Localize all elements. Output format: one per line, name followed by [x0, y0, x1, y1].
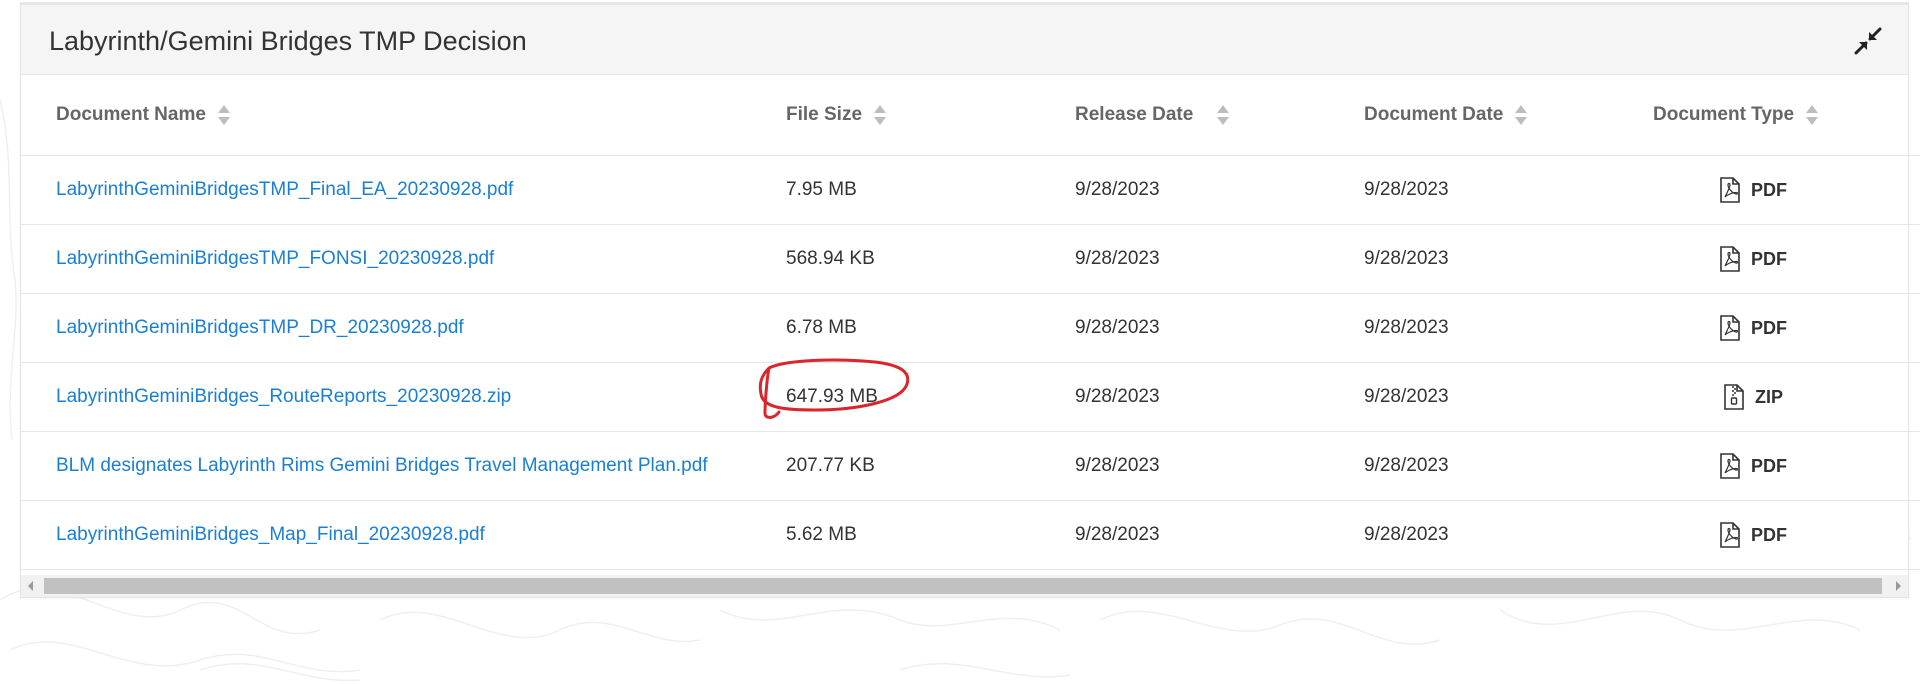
document-link[interactable]: LabyrinthGeminiBridgesTMP_Final_EA_20230… [56, 179, 513, 200]
file-size: 647.93 MB [786, 362, 1075, 432]
table-row: BLM designates Labyrinth Rims Gemini Bri… [21, 431, 1920, 501]
file-size: 7.95 MB [786, 155, 1075, 225]
release-date: 9/28/2023 [1075, 362, 1364, 432]
sort-icon[interactable] [216, 103, 232, 127]
header-document-date[interactable]: Document Date [1364, 75, 1653, 156]
scroll-right-arrow-icon[interactable] [1896, 581, 1901, 591]
document-type-label: PDF [1751, 317, 1787, 338]
document-type-label: PDF [1751, 179, 1787, 200]
table-header-row: Document Name File Size Release Date Doc… [21, 75, 1920, 156]
document-type-label: ZIP [1754, 386, 1783, 407]
document-type-label: PDF [1751, 248, 1787, 269]
file-size: 6.78 MB [786, 293, 1075, 363]
compress-arrows-icon [1854, 27, 1882, 55]
release-date: 9/28/2023 [1075, 155, 1364, 225]
release-date: 9/28/2023 [1075, 431, 1364, 501]
header-document-name[interactable]: Document Name [21, 75, 786, 156]
header-file-size[interactable]: File Size [786, 75, 1075, 156]
table-row: LabyrinthGeminiBridgesTMP_FONSI_20230928… [21, 224, 1920, 294]
pdf-file-icon [1720, 315, 1740, 341]
table-row: LabyrinthGeminiBridgesTMP_Final_EA_20230… [21, 155, 1920, 225]
document-date: 9/28/2023 [1364, 362, 1653, 432]
document-type-label: PDF [1751, 455, 1787, 476]
document-date: 9/28/2023 [1364, 155, 1653, 225]
file-size: 5.62 MB [786, 500, 1075, 570]
header-document-type[interactable]: Document Type [1653, 75, 1920, 156]
file-size: 568.94 KB [786, 224, 1075, 294]
pdf-file-icon [1720, 522, 1740, 548]
sort-icon[interactable] [1215, 103, 1231, 127]
header-release-date[interactable]: Release Date [1075, 75, 1364, 156]
sort-icon[interactable] [1513, 103, 1529, 127]
sort-icon[interactable] [872, 103, 888, 127]
document-panel: Labyrinth/Gemini Bridges TMP Decision Do… [20, 2, 1920, 598]
scroll-left-arrow-icon[interactable] [28, 581, 33, 591]
table-row: LabyrinthGeminiBridgesTMP_DR_20230928.pd… [21, 293, 1920, 363]
sort-icon[interactable] [1804, 103, 1820, 127]
panel-header: Labyrinth/Gemini Bridges TMP Decision [21, 5, 1908, 75]
document-link[interactable]: LabyrinthGeminiBridges_Map_Final_2023092… [56, 524, 485, 545]
scroll-thumb[interactable] [44, 578, 1882, 594]
pdf-file-icon [1720, 453, 1740, 479]
release-date: 9/28/2023 [1075, 293, 1364, 363]
collapse-button[interactable] [1854, 27, 1882, 55]
pdf-file-icon [1720, 177, 1740, 203]
file-size: 207.77 KB [786, 431, 1075, 501]
document-link[interactable]: LabyrinthGeminiBridges_RouteReports_2023… [56, 386, 511, 407]
document-date: 9/28/2023 [1364, 500, 1653, 570]
document-link[interactable]: LabyrinthGeminiBridgesTMP_FONSI_20230928… [56, 248, 494, 269]
table-row: LabyrinthGeminiBridges_Map_Final_2023092… [21, 500, 1920, 570]
document-date: 9/28/2023 [1364, 431, 1653, 501]
pdf-file-icon [1720, 246, 1740, 272]
table-row: LabyrinthGeminiBridges_RouteReports_2023… [21, 362, 1920, 432]
panel-title: Labyrinth/Gemini Bridges TMP Decision [49, 26, 527, 56]
document-link[interactable]: LabyrinthGeminiBridgesTMP_DR_20230928.pd… [56, 317, 464, 338]
document-date: 9/28/2023 [1364, 224, 1653, 294]
documents-table: Document Name File Size Release Date Doc… [21, 75, 1920, 570]
document-date: 9/28/2023 [1364, 293, 1653, 363]
release-date: 9/28/2023 [1075, 500, 1364, 570]
horizontal-scrollbar[interactable] [21, 575, 1908, 597]
zip-file-icon [1724, 384, 1744, 410]
document-link[interactable]: BLM designates Labyrinth Rims Gemini Bri… [56, 455, 708, 476]
release-date: 9/28/2023 [1075, 224, 1364, 294]
document-type-label: PDF [1751, 524, 1787, 545]
